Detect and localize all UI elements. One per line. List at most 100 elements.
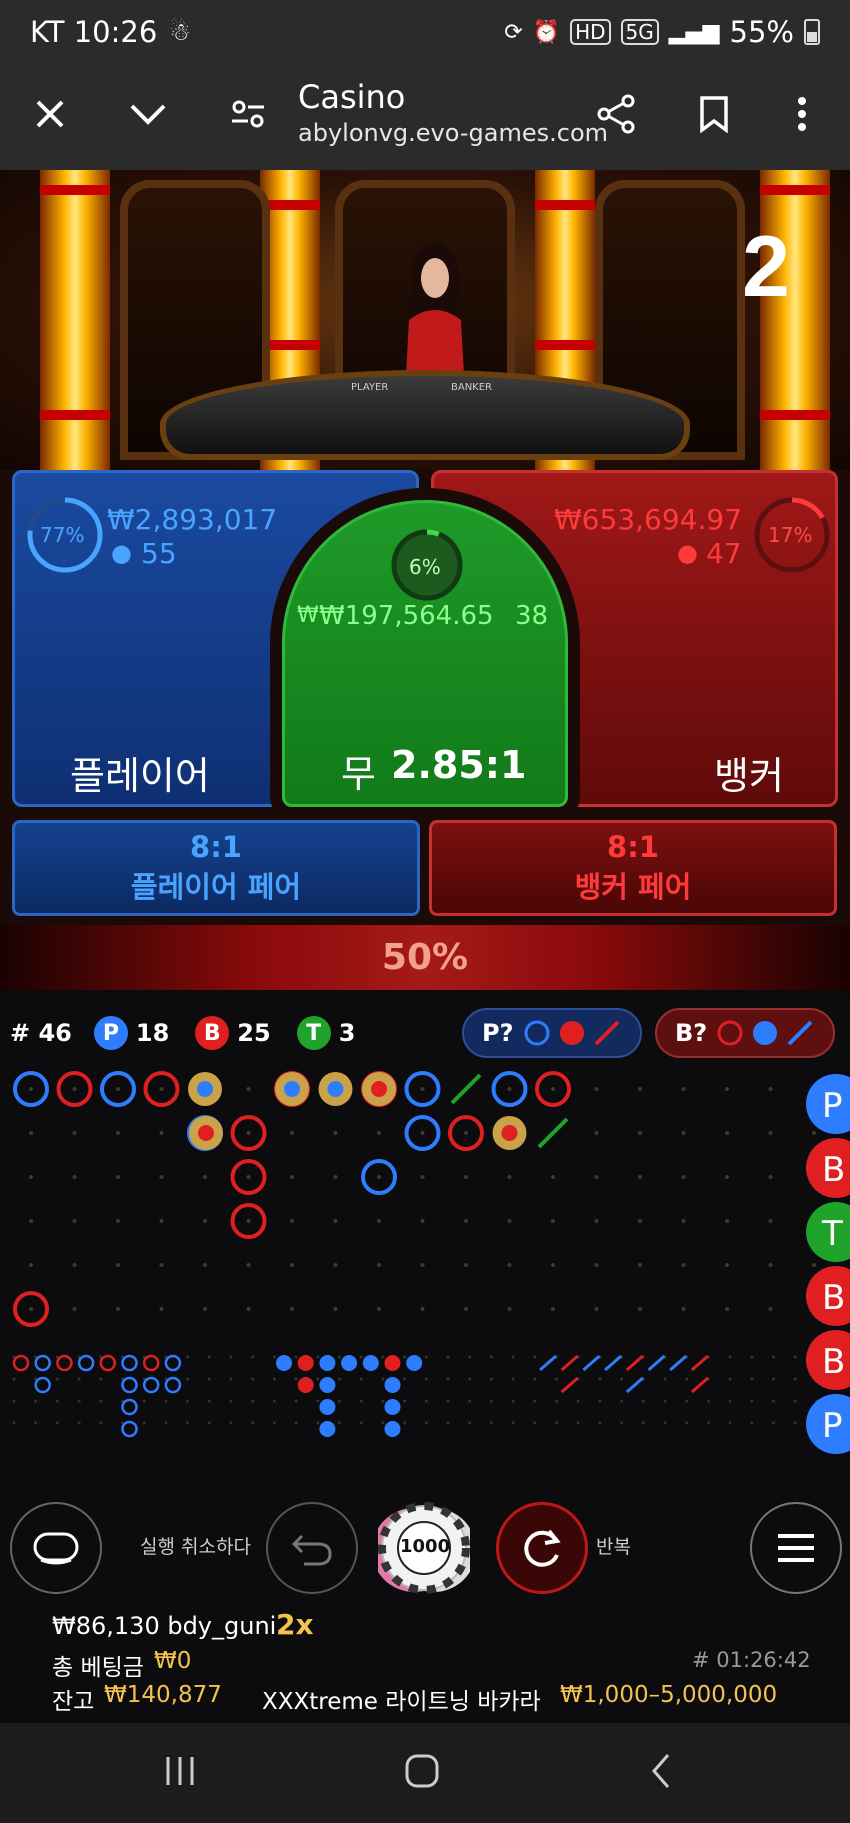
- grid-dot: [207, 1421, 211, 1425]
- browser-toolbar: Casino abylonvg.evo-games.com: [0, 64, 850, 170]
- grid-dot: [533, 1399, 537, 1403]
- cockroach-road-mark: [582, 1354, 601, 1372]
- grid-dot: [507, 1175, 512, 1179]
- repeat-label: 반복: [596, 1536, 631, 1558]
- grid-dot: [420, 1219, 425, 1223]
- page-url[interactable]: abylonvg.evo-games.com: [298, 119, 608, 147]
- grid-dot: [464, 1131, 468, 1135]
- road-side-button-label: B: [822, 1342, 845, 1382]
- grid-dot: [555, 1377, 558, 1381]
- site-settings-icon[interactable]: [218, 84, 278, 144]
- grid-dot: [464, 1307, 468, 1311]
- grid-dot: [681, 1175, 686, 1179]
- small-road-mark: [362, 1355, 379, 1371]
- grid-dot: [768, 1175, 773, 1179]
- balance-value: ₩140,877: [104, 1682, 222, 1708]
- home-icon[interactable]: [402, 1751, 442, 1795]
- status-bar: KT 10:26 ☃ ⟳ ⏰ HD 5G ▂▄▆ 55%: [0, 0, 850, 64]
- grid-dot: [641, 1421, 645, 1425]
- chevron-down-icon[interactable]: [118, 84, 178, 144]
- total-bet-value: ₩0: [154, 1648, 192, 1674]
- grid-dot: [377, 1263, 381, 1267]
- grid-dot: [685, 1377, 689, 1381]
- ask-banker-button[interactable]: B?: [655, 1008, 836, 1058]
- grid-dot: [251, 1355, 255, 1359]
- grid-dot: [207, 1355, 211, 1359]
- share-icon[interactable]: [586, 84, 646, 144]
- grid-dot: [77, 1377, 81, 1381]
- grid-dot: [381, 1377, 385, 1381]
- grid-dot: [772, 1421, 775, 1425]
- player-pair-bet-spot[interactable]: 8:1 플레이어 페어: [12, 820, 420, 916]
- battery-percent: 55%: [729, 15, 794, 49]
- tie-bet-spot[interactable]: 6% ₩ ₩197,564.65 38 무 2.85:1: [282, 500, 568, 807]
- grid-dot: [203, 1307, 207, 1311]
- grid-dot: [681, 1219, 686, 1223]
- grid-dot: [294, 1355, 298, 1359]
- more-vert-icon[interactable]: [772, 84, 832, 144]
- banker-pair-label: 뱅커 페어: [574, 870, 692, 904]
- grid-dot: [620, 1399, 624, 1403]
- grid-dot: [598, 1377, 602, 1381]
- grid-dot: [793, 1421, 797, 1425]
- grid-dot: [251, 1377, 255, 1381]
- grid-dot: [728, 1355, 732, 1359]
- grid-dot: [638, 1307, 642, 1311]
- lightning-multiplier-bar: 50%: [0, 925, 850, 990]
- grid-dot: [685, 1421, 689, 1425]
- table-view-button[interactable]: [10, 1502, 102, 1594]
- grid-dot: [72, 1263, 77, 1267]
- grid-dot: [246, 1219, 251, 1223]
- grid-dot: [507, 1087, 512, 1091]
- grid-dot: [750, 1377, 754, 1381]
- grid-dot: [489, 1399, 493, 1403]
- cockroach-road-mark: [647, 1354, 666, 1372]
- grid-dot: [29, 1175, 33, 1179]
- player-pair-label: 플레이어 페어: [130, 870, 302, 904]
- grid-dot: [99, 1421, 103, 1425]
- grid-dot: [685, 1399, 689, 1403]
- grid-dot: [768, 1307, 773, 1311]
- grid-dot: [706, 1399, 710, 1403]
- back-icon[interactable]: [646, 1751, 676, 1795]
- grid-dot: [294, 1377, 298, 1381]
- grid-dot: [207, 1377, 211, 1381]
- undo-icon: [291, 1534, 332, 1566]
- cockroach-road-mark: [690, 1354, 709, 1372]
- grid-dot: [290, 1175, 294, 1179]
- ask-player-button[interactable]: P?: [462, 1008, 642, 1058]
- grid-dot: [468, 1377, 472, 1381]
- small-road-mark: [319, 1377, 336, 1393]
- repeat-button[interactable]: [496, 1502, 588, 1594]
- grid-dot: [186, 1355, 190, 1359]
- grid-dot: [403, 1421, 407, 1425]
- chip-selector[interactable]: 1000: [378, 1502, 470, 1594]
- grid-dot: [728, 1377, 732, 1381]
- undo-button[interactable]: [266, 1502, 358, 1594]
- big-eye-road-mark: [121, 1420, 138, 1438]
- big-eye-road-mark: [99, 1354, 117, 1372]
- grid-dot: [316, 1355, 320, 1359]
- close-icon[interactable]: [20, 84, 80, 144]
- grid-dot: [316, 1399, 320, 1403]
- banker-count: 47: [706, 537, 742, 570]
- banker-amount: ₩653,694.97: [554, 503, 743, 536]
- grid-dot: [316, 1377, 320, 1381]
- recent-apps-icon[interactable]: [160, 1751, 200, 1795]
- bookmark-icon[interactable]: [684, 84, 744, 144]
- big-eye-road-mark: [56, 1354, 73, 1372]
- grid-dot: [381, 1421, 385, 1425]
- grid-dot: [186, 1377, 190, 1381]
- grid-dot: [576, 1399, 580, 1403]
- game-info: ₩86,130 bdy_guni 2x 총 베팅금 ₩0 # 01:26:42 …: [0, 1600, 850, 1720]
- grid-dot: [489, 1421, 493, 1425]
- grid-dot: [203, 1263, 207, 1267]
- grid-dot: [159, 1087, 164, 1091]
- grid-dot: [229, 1399, 233, 1403]
- table-name: XXXtreme 라이트닝 바카라: [262, 1689, 541, 1715]
- grid-dot: [533, 1377, 537, 1381]
- menu-button[interactable]: [750, 1502, 842, 1594]
- big-eye-road-mark: [77, 1354, 95, 1372]
- player-percent: 77%: [40, 523, 85, 547]
- banker-pair-bet-spot[interactable]: 8:1 뱅커 페어: [429, 820, 837, 916]
